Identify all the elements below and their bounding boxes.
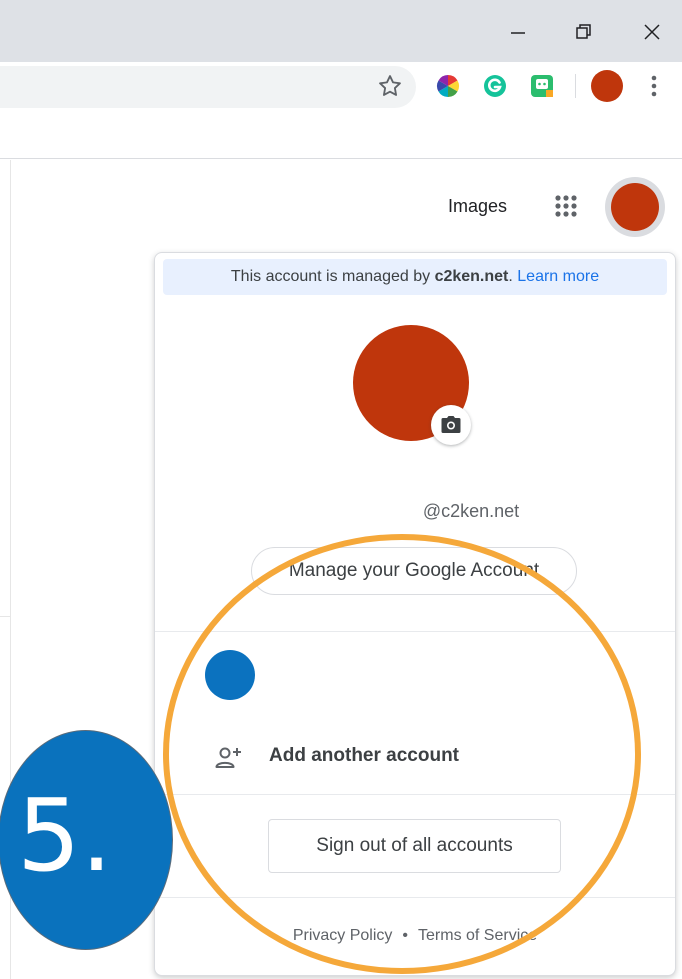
profile-avatar[interactable] [591, 70, 623, 102]
sign-out-button[interactable]: Sign out of all accounts [268, 819, 561, 873]
account-avatar [611, 183, 659, 231]
popup-footer: Privacy Policy • Terms of Service [155, 927, 675, 945]
terms-of-service-link[interactable]: Terms of Service [418, 927, 537, 944]
account-email: @c2ken.net [422, 501, 520, 521]
restore-button[interactable] [566, 14, 602, 50]
close-icon [644, 24, 660, 40]
step-number: 5. [17, 777, 113, 894]
person-add-icon [215, 747, 241, 768]
managed-account-banner: This account is managed by c2ken.net. Le… [163, 259, 667, 295]
minimize-icon [511, 32, 525, 34]
banner-domain: c2ken.net [434, 268, 509, 285]
privacy-policy-link[interactable]: Privacy Policy [293, 927, 393, 944]
bookmark-star-icon[interactable] [376, 72, 404, 100]
menu-kebab-icon[interactable] [640, 70, 668, 102]
camera-icon [441, 416, 461, 433]
close-window-button[interactable] [634, 14, 670, 50]
learn-more-link[interactable]: Learn more [517, 268, 599, 285]
add-account-label: Add another account [269, 745, 460, 766]
other-account-avatar[interactable] [205, 650, 255, 700]
manage-account-button[interactable]: Manage your Google Account [251, 547, 577, 595]
banner-text: This account is managed by [230, 268, 435, 285]
banner-period: . [508, 268, 513, 285]
address-bar[interactable] [0, 66, 416, 108]
title-bar [0, 0, 682, 62]
restore-icon [576, 24, 591, 39]
images-link[interactable]: Images [448, 196, 507, 217]
page-edge-mark [0, 616, 10, 617]
divider [155, 794, 675, 795]
account-popup: This account is managed by c2ken.net. Le… [154, 252, 676, 976]
account-avatar-button[interactable] [605, 177, 665, 237]
add-account-item[interactable]: Add another account [213, 741, 653, 775]
change-photo-button[interactable] [431, 405, 471, 445]
green-extension-icon[interactable] [526, 70, 558, 102]
footer-separator: • [402, 927, 409, 944]
toolbar-separator [575, 74, 576, 98]
apps-grid-icon[interactable] [551, 191, 581, 221]
minimize-button[interactable] [500, 14, 536, 50]
color-wheel-extension-icon[interactable] [432, 70, 464, 102]
divider [155, 897, 675, 898]
step-number-badge: 5. [0, 730, 173, 950]
toolbar-divider [0, 158, 682, 159]
divider [155, 631, 675, 632]
grammarly-extension-icon[interactable] [479, 70, 511, 102]
